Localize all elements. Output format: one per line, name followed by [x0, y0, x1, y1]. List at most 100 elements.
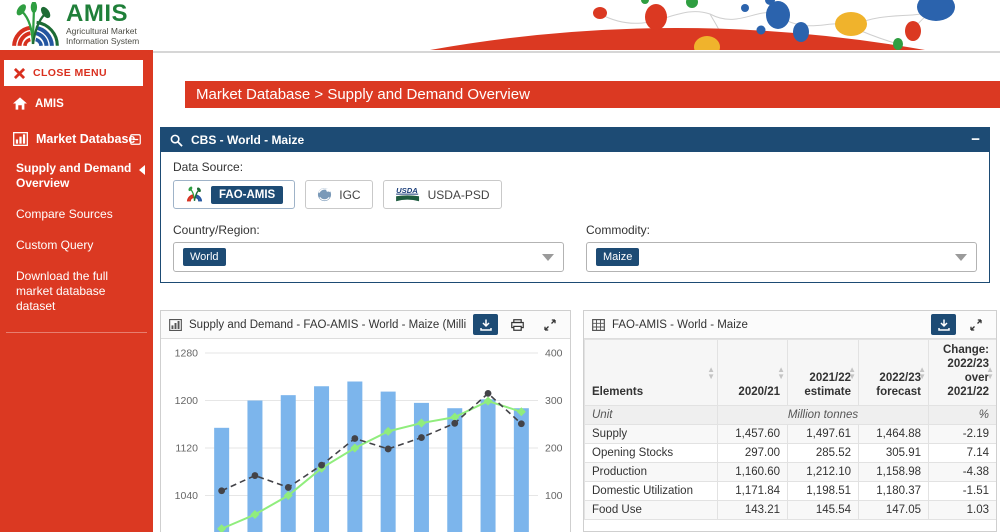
svg-text:1120: 1120	[175, 443, 198, 455]
bar-chart-icon	[169, 319, 182, 331]
sidebar-item-supply-and-demand-overview[interactable]: Supply and Demand Overview	[16, 153, 145, 199]
country-label: Country/Region:	[173, 223, 564, 237]
table-row: Food Use 143.21 145.54 147.05 1.03	[585, 501, 997, 520]
sidebar-item-amis[interactable]: AMIS	[0, 90, 153, 117]
panel-collapse-button[interactable]: −	[971, 133, 980, 147]
svg-text:1040: 1040	[175, 490, 199, 502]
table-expand-button[interactable]	[963, 314, 988, 335]
sort-icon[interactable]: ▲▼	[986, 366, 994, 380]
download-icon	[938, 319, 950, 331]
filter-panel-title: CBS - World - Maize	[191, 133, 963, 147]
logo-title: AMIS	[66, 2, 139, 26]
table-header-row: Elements▲▼ 2020/21▲▼ 2021/22 estimate▲▼ …	[585, 340, 997, 406]
sidebar-item-download-dataset[interactable]: Download the full market database datase…	[16, 261, 145, 322]
svg-text:1280: 1280	[175, 348, 199, 360]
amis-logo: AMIS Agricultural Market Information Sys…	[6, 2, 139, 50]
row-value: 1,212.10	[788, 463, 859, 482]
sidebar-divider	[6, 332, 147, 333]
country-select[interactable]: World	[173, 242, 564, 272]
unit-change: %	[929, 406, 997, 425]
row-element: Food Use	[585, 501, 718, 520]
col-header-elements[interactable]: Elements▲▼	[585, 340, 718, 406]
source-button-usda-psd[interactable]: USDA USDA-PSD	[383, 180, 502, 209]
sidebar-item-amis-label: AMIS	[35, 98, 64, 110]
chart-expand-button[interactable]	[537, 314, 562, 335]
minus-square-icon[interactable]	[130, 134, 141, 145]
data-source-buttons: FAO-AMIS IGC USDA	[173, 180, 977, 209]
usda-logo-icon: USDA	[395, 186, 421, 203]
sidebar-item-compare-sources[interactable]: Compare Sources	[16, 199, 145, 230]
table-panel: FAO-AMIS - World - Maize Elements▲▼ 202	[583, 310, 997, 532]
col-header-2021-22[interactable]: 2021/22 estimate▲▼	[788, 340, 859, 406]
unit-label: Unit	[585, 406, 718, 425]
sort-icon[interactable]: ▲▼	[918, 366, 926, 380]
home-icon	[13, 97, 27, 110]
supply-demand-chart: 1280400120030011202001040100	[161, 339, 570, 532]
filter-selects: Country/Region: World Commodity: Maize	[173, 223, 977, 272]
amis-logo-text: AMIS Agricultural Market Information Sys…	[66, 2, 139, 50]
source-button-fao-amis-label: FAO-AMIS	[211, 186, 283, 204]
source-button-igc[interactable]: IGC	[305, 180, 372, 209]
sidebar-item-market-database-label: Market Database	[36, 132, 135, 146]
col-header-2020-21[interactable]: 2020/21▲▼	[718, 340, 788, 406]
chart-panel-header: Supply and Demand - FAO-AMIS - World - M…	[161, 311, 570, 339]
sort-icon[interactable]: ▲▼	[707, 366, 715, 380]
sidebar-item-custom-query[interactable]: Custom Query	[16, 230, 145, 261]
row-value: 285.52	[788, 444, 859, 463]
chart-print-button[interactable]	[505, 314, 530, 335]
source-button-usda-psd-label: USDA-PSD	[428, 188, 490, 202]
print-icon	[511, 319, 524, 331]
fao-amis-logo-icon	[185, 186, 204, 203]
commodity-selected-tag: Maize	[596, 248, 639, 266]
chevron-down-icon	[955, 254, 967, 261]
unit-value: Million tonnes	[718, 406, 929, 425]
page: AMIS Agricultural Market Information Sys…	[0, 0, 1000, 532]
table-row: Domestic Utilization 1,171.84 1,198.51 1…	[585, 482, 997, 501]
download-icon	[480, 319, 492, 331]
svg-text:USDA: USDA	[396, 186, 418, 195]
chart-download-button[interactable]	[473, 314, 498, 335]
breadcrumb: Market Database > Supply and Demand Over…	[185, 81, 1000, 108]
igc-logo-icon	[317, 187, 332, 202]
sort-icon[interactable]: ▲▼	[848, 366, 856, 380]
row-value: 1,158.98	[859, 463, 929, 482]
table-icon	[592, 319, 605, 331]
row-change: 7.14	[929, 444, 997, 463]
row-value: 305.91	[859, 444, 929, 463]
commodity-select[interactable]: Maize	[586, 242, 977, 272]
table-panel-title: FAO-AMIS - World - Maize	[612, 319, 924, 331]
unit-row: Unit Million tonnes %	[585, 406, 997, 425]
row-element: Domestic Utilization	[585, 482, 718, 501]
submenu-label: Download the full market database datase…	[16, 269, 108, 313]
table-download-button[interactable]	[931, 314, 956, 335]
source-button-fao-amis[interactable]: FAO-AMIS	[173, 180, 295, 209]
close-menu-button[interactable]: CLOSE MENU	[4, 60, 143, 86]
row-value: 143.21	[718, 501, 788, 520]
col-header-2022-23[interactable]: 2022/23 forecast▲▼	[859, 340, 929, 406]
row-change: -1.51	[929, 482, 997, 501]
sidebar-item-market-database[interactable]: Market Database	[0, 125, 153, 153]
active-item-arrow-icon	[139, 165, 145, 175]
table-panel-header: FAO-AMIS - World - Maize	[584, 311, 996, 339]
row-value: 1,171.84	[718, 482, 788, 501]
logo-subtitle-1: Agricultural Market	[66, 26, 139, 36]
table-row: Production 1,160.60 1,212.10 1,158.98 -4…	[585, 463, 997, 482]
data-source-label: Data Source:	[173, 160, 977, 174]
row-element: Supply	[585, 425, 718, 444]
svg-text:300: 300	[545, 395, 563, 407]
col-header-change[interactable]: Change: 2022/23 over 2021/22▲▼	[929, 340, 997, 406]
header-decoration	[420, 0, 1000, 50]
chart-panel-title: Supply and Demand - FAO-AMIS - World - M…	[189, 319, 466, 331]
sidebar-submenu: Supply and Demand Overview Compare Sourc…	[0, 153, 153, 322]
submenu-label: Supply and Demand Overview	[16, 161, 131, 190]
country-selected-tag: World	[183, 248, 226, 266]
row-value: 297.00	[718, 444, 788, 463]
svg-text:400: 400	[545, 348, 563, 360]
source-button-igc-label: IGC	[339, 188, 360, 202]
commodity-label: Commodity:	[586, 223, 977, 237]
sort-icon[interactable]: ▲▼	[777, 366, 785, 380]
row-value: 1,457.60	[718, 425, 788, 444]
svg-text:1200: 1200	[175, 395, 199, 407]
table-row: Supply 1,457.60 1,497.61 1,464.88 -2.19	[585, 425, 997, 444]
row-change: -4.38	[929, 463, 997, 482]
